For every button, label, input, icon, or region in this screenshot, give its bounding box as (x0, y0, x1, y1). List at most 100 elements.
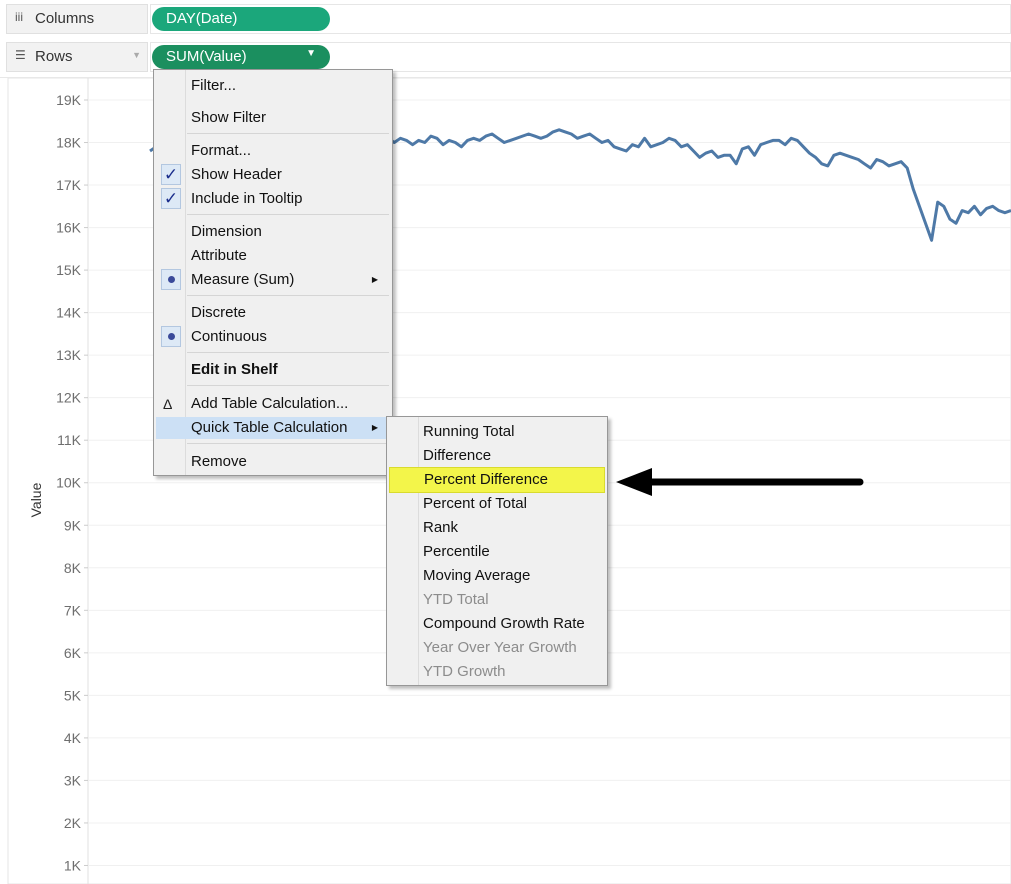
checkmark-icon: ✓ (161, 164, 181, 185)
menu-item-filter[interactable]: Filter... (156, 75, 390, 97)
columns-icon: iii (15, 10, 23, 24)
submenu-item-label: Percentile (423, 543, 490, 560)
y-tick-label: 19K (56, 92, 82, 108)
submenu-item-ytd-total: YTD Total (389, 589, 605, 611)
menu-item-format[interactable]: Format... (156, 140, 390, 162)
menu-item-label: Show Header (191, 166, 282, 183)
submenu-item-label: Year Over Year Growth (423, 639, 577, 656)
sum-value-pill[interactable]: SUM(Value) ▼ (152, 45, 330, 69)
menu-item-label: Add Table Calculation... (191, 395, 349, 412)
menu-item-attribute[interactable]: Attribute (156, 245, 390, 267)
menu-item-remove[interactable]: Remove (156, 451, 390, 473)
annotation-arrow-icon (616, 468, 864, 496)
menu-separator (187, 214, 389, 215)
y-tick-label: 10K (56, 475, 82, 491)
menu-item-label: Edit in Shelf (191, 361, 278, 378)
y-tick-label: 15K (56, 262, 82, 278)
menu-item-label: Show Filter (191, 109, 267, 126)
submenu-item-label: Running Total (423, 423, 515, 440)
submenu-item-ytd-growth: YTD Growth (389, 661, 605, 683)
sum-value-pill-label: SUM(Value) (166, 48, 247, 65)
menu-separator (187, 133, 389, 134)
y-tick-label: 2K (64, 815, 82, 831)
menu-item-measure-sum[interactable]: Measure (Sum) ▶ (156, 269, 390, 291)
menu-item-label: Continuous (191, 328, 267, 345)
y-tick-label: 17K (56, 177, 82, 193)
y-axis-title: Value (28, 482, 44, 517)
menu-separator (187, 443, 389, 444)
menu-item-label: Format... (191, 142, 252, 159)
submenu-item-label: YTD Total (423, 591, 489, 608)
y-tick-label: 11K (57, 432, 82, 448)
columns-label-text: Columns (35, 10, 95, 27)
submenu-item-label: YTD Growth (423, 663, 506, 680)
submenu-item-running-total[interactable]: Running Total (389, 421, 605, 443)
radio-selected-icon (161, 269, 181, 290)
rows-shelf: ☰ Rows ▼ SUM(Value) ▼ (0, 38, 1011, 76)
rows-shelf-label: ☰ Rows ▼ (6, 42, 148, 72)
menu-item-discrete[interactable]: Discrete (156, 302, 390, 324)
menu-item-show-filter[interactable]: Show Filter (156, 107, 390, 129)
submenu-item-percent-difference[interactable]: Percent Difference (389, 467, 605, 493)
menu-item-label: Discrete (191, 304, 247, 321)
submenu-item-label: Moving Average (423, 567, 531, 584)
menu-item-add-table-calculation[interactable]: Δ Add Table Calculation... (156, 393, 390, 415)
submenu-item-label: Compound Growth Rate (423, 615, 585, 632)
day-date-pill-label: DAY(Date) (166, 10, 238, 27)
submenu-item-percentile[interactable]: Percentile (389, 541, 605, 563)
submenu-item-difference[interactable]: Difference (389, 445, 605, 467)
submenu-item-compound-growth-rate[interactable]: Compound Growth Rate (389, 613, 605, 635)
menu-item-label: Attribute (191, 247, 247, 264)
rows-label-text: Rows (35, 48, 73, 65)
checkmark-icon: ✓ (161, 188, 181, 209)
columns-shelf: iii Columns DAY(Date) (0, 0, 1011, 38)
menu-item-label: Remove (191, 453, 247, 470)
menu-item-label: Filter... (191, 77, 237, 94)
y-tick-label: 7K (64, 602, 82, 618)
submenu-item-moving-average[interactable]: Moving Average (389, 565, 605, 587)
submenu-item-label: Percent Difference (424, 471, 548, 488)
menu-item-edit-in-shelf[interactable]: Edit in Shelf (156, 359, 390, 381)
submenu-arrow-icon: ▶ (371, 423, 378, 432)
y-tick-label: 12K (56, 390, 82, 406)
y-tick-label: 14K (56, 305, 82, 321)
y-tick-label: 1K (64, 857, 82, 873)
menu-item-label: Dimension (191, 223, 262, 240)
radio-selected-icon (161, 326, 181, 347)
submenu-arrow-icon: ▶ (371, 275, 378, 284)
day-date-pill[interactable]: DAY(Date) (152, 7, 330, 31)
submenu-item-label: Percent of Total (423, 495, 527, 512)
submenu-item-percent-of-total[interactable]: Percent of Total (389, 493, 605, 515)
menu-item-continuous[interactable]: Continuous (156, 326, 390, 348)
menu-separator (187, 385, 389, 386)
columns-shelf-label: iii Columns (6, 4, 148, 34)
rows-icon: ☰ (15, 48, 26, 62)
submenu-item-year-over-year-growth: Year Over Year Growth (389, 637, 605, 659)
menu-item-include-in-tooltip[interactable]: ✓ Include in Tooltip (156, 188, 390, 210)
delta-icon: Δ (163, 396, 173, 412)
pill-dropdown-icon[interactable]: ▼ (306, 48, 316, 59)
y-tick-label: 9K (64, 517, 82, 533)
menu-item-show-header[interactable]: ✓ Show Header (156, 164, 390, 186)
menu-item-quick-table-calculation[interactable]: Quick Table Calculation ▶ (156, 417, 390, 439)
submenu-item-label: Difference (423, 447, 492, 464)
pill-context-menu: Filter... Show Filter Format... ✓ Show Heade… (153, 69, 393, 476)
menu-separator (187, 352, 389, 353)
y-tick-label: 18K (56, 135, 82, 151)
y-tick-label: 13K (56, 347, 82, 363)
menu-item-label: Quick Table Calculation (191, 419, 348, 436)
y-tick-label: 5K (64, 687, 82, 703)
y-tick-label: 4K (64, 730, 82, 746)
quick-table-calculation-submenu: Running Total Difference Percent Differenc… (386, 416, 608, 686)
y-tick-label: 3K (64, 772, 82, 788)
y-tick-label: 16K (56, 220, 82, 236)
submenu-item-label: Rank (423, 519, 459, 536)
menu-item-dimension[interactable]: Dimension (156, 221, 390, 243)
y-tick-label: 6K (64, 645, 82, 661)
submenu-item-rank[interactable]: Rank (389, 517, 605, 539)
y-tick-label: 8K (64, 560, 82, 576)
menu-separator (187, 295, 389, 296)
menu-item-label: Measure (Sum) (191, 271, 295, 288)
chevron-down-icon[interactable]: ▼ (132, 50, 141, 60)
menu-item-label: Include in Tooltip (191, 190, 303, 207)
